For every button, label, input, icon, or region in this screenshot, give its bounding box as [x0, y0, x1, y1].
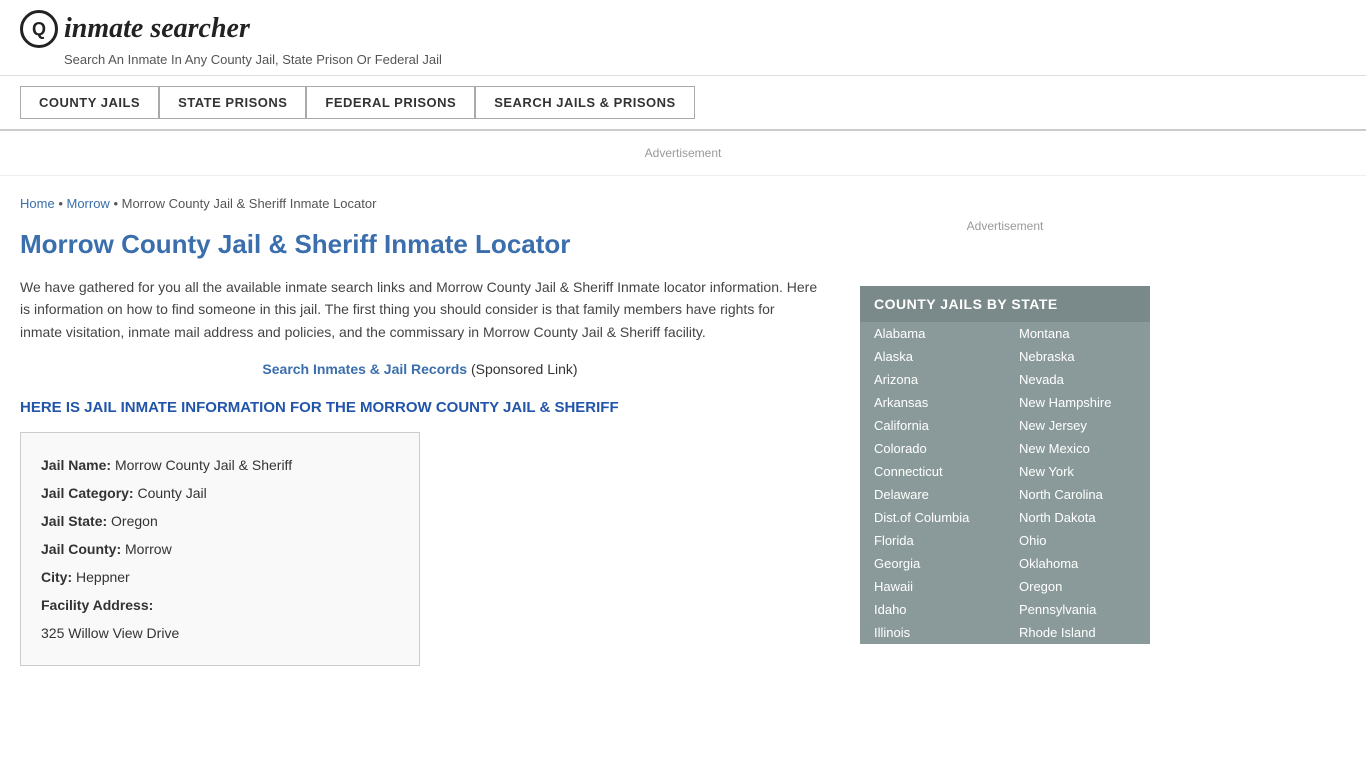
info-box: Jail Name: Morrow County Jail & Sheriff … [20, 432, 420, 666]
jail-county-val: Morrow [125, 541, 172, 557]
sponsored-text: (Sponsored Link) [471, 361, 578, 377]
state-item[interactable]: New Jersey [1005, 414, 1150, 437]
state-item[interactable]: Colorado [860, 437, 1005, 460]
state-item[interactable]: Florida [860, 529, 1005, 552]
jail-county-row: Jail County: Morrow [41, 535, 399, 563]
header: Q inmate searcher Search An Inmate In An… [0, 0, 1366, 76]
search-inmates-link[interactable]: Search Inmates & Jail Records [262, 361, 467, 377]
jail-name-row: Jail Name: Morrow County Jail & Sheriff [41, 451, 399, 479]
state-item[interactable]: Oklahoma [1005, 552, 1150, 575]
state-item[interactable]: California [860, 414, 1005, 437]
logo-icon: Q [20, 10, 58, 48]
jail-state-val: Oregon [111, 513, 158, 529]
state-item[interactable]: Alabama [860, 322, 1005, 345]
jail-address-label: Facility Address: [41, 597, 153, 613]
jail-category-val: County Jail [137, 485, 206, 501]
state-item[interactable]: Arkansas [860, 391, 1005, 414]
state-box-title: COUNTY JAILS BY STATE [860, 286, 1150, 322]
state-item[interactable]: Nevada [1005, 368, 1150, 391]
nav-state-prisons[interactable]: STATE PRISONS [159, 86, 306, 119]
state-item[interactable]: Alaska [860, 345, 1005, 368]
state-item[interactable]: Georgia [860, 552, 1005, 575]
nav-search-jails[interactable]: SEARCH JAILS & PRISONS [475, 86, 694, 119]
logo-text: inmate searcher [64, 13, 250, 45]
state-item[interactable]: Dist.of Columbia [860, 506, 1005, 529]
state-list: AlabamaMontanaAlaskaNebraskaArizonaNevad… [860, 322, 1150, 644]
logo-area: Q inmate searcher [20, 10, 1346, 48]
jail-city-label: City: [41, 569, 72, 585]
state-item[interactable]: Pennsylvania [1005, 598, 1150, 621]
jail-city-row: City: Heppner [41, 563, 399, 591]
sidebar-ad: Advertisement [860, 186, 1150, 266]
state-item[interactable]: Rhode Island [1005, 621, 1150, 644]
state-item[interactable]: Illinois [860, 621, 1005, 644]
breadcrumb: Home • Morrow • Morrow County Jail & She… [20, 196, 820, 211]
state-item[interactable]: Hawaii [860, 575, 1005, 598]
search-link-area: Search Inmates & Jail Records (Sponsored… [20, 361, 820, 377]
page-description: We have gathered for you all the availab… [20, 276, 820, 343]
state-item[interactable]: Ohio [1005, 529, 1150, 552]
jail-state-row: Jail State: Oregon [41, 507, 399, 535]
page-title: Morrow County Jail & Sheriff Inmate Loca… [20, 229, 820, 260]
main-layout: Home • Morrow • Morrow County Jail & She… [0, 176, 1366, 686]
jail-name-val: Morrow County Jail & Sheriff [115, 457, 292, 473]
jail-address-row: Facility Address: 325 Willow View Drive [41, 591, 399, 647]
jail-city-val: Heppner [76, 569, 130, 585]
nav-federal-prisons[interactable]: FEDERAL PRISONS [306, 86, 475, 119]
county-jails-by-state-box: COUNTY JAILS BY STATE AlabamaMontanaAlas… [860, 286, 1150, 644]
nav-bar: COUNTY JAILS STATE PRISONS FEDERAL PRISO… [0, 76, 1366, 131]
jail-county-label: Jail County: [41, 541, 121, 557]
state-item[interactable]: Idaho [860, 598, 1005, 621]
nav-buttons: COUNTY JAILS STATE PRISONS FEDERAL PRISO… [20, 86, 1346, 119]
state-item[interactable]: New Mexico [1005, 437, 1150, 460]
jail-category-label: Jail Category: [41, 485, 134, 501]
ad-banner: Advertisement [0, 131, 1366, 176]
state-item[interactable]: North Carolina [1005, 483, 1150, 506]
nav-county-jails[interactable]: COUNTY JAILS [20, 86, 159, 119]
breadcrumb-current: Morrow County Jail & Sheriff Inmate Loca… [122, 196, 377, 211]
state-item[interactable]: New Hampshire [1005, 391, 1150, 414]
state-item[interactable]: Delaware [860, 483, 1005, 506]
breadcrumb-home[interactable]: Home [20, 196, 55, 211]
breadcrumb-morrow[interactable]: Morrow [66, 196, 109, 211]
jail-address-value: 325 Willow View Drive [41, 619, 399, 647]
jail-name-label: Jail Name: [41, 457, 111, 473]
sidebar: Advertisement COUNTY JAILS BY STATE Alab… [840, 176, 1150, 686]
jail-state-label: Jail State: [41, 513, 107, 529]
state-item[interactable]: New York [1005, 460, 1150, 483]
jail-category-row: Jail Category: County Jail [41, 479, 399, 507]
state-item[interactable]: Connecticut [860, 460, 1005, 483]
content-area: Home • Morrow • Morrow County Jail & She… [20, 176, 840, 686]
tagline: Search An Inmate In Any County Jail, Sta… [64, 52, 1346, 67]
jail-info-heading: HERE IS JAIL INMATE INFORMATION FOR THE … [20, 399, 820, 416]
state-item[interactable]: North Dakota [1005, 506, 1150, 529]
state-item[interactable]: Nebraska [1005, 345, 1150, 368]
state-item[interactable]: Arizona [860, 368, 1005, 391]
state-item[interactable]: Montana [1005, 322, 1150, 345]
state-item[interactable]: Oregon [1005, 575, 1150, 598]
